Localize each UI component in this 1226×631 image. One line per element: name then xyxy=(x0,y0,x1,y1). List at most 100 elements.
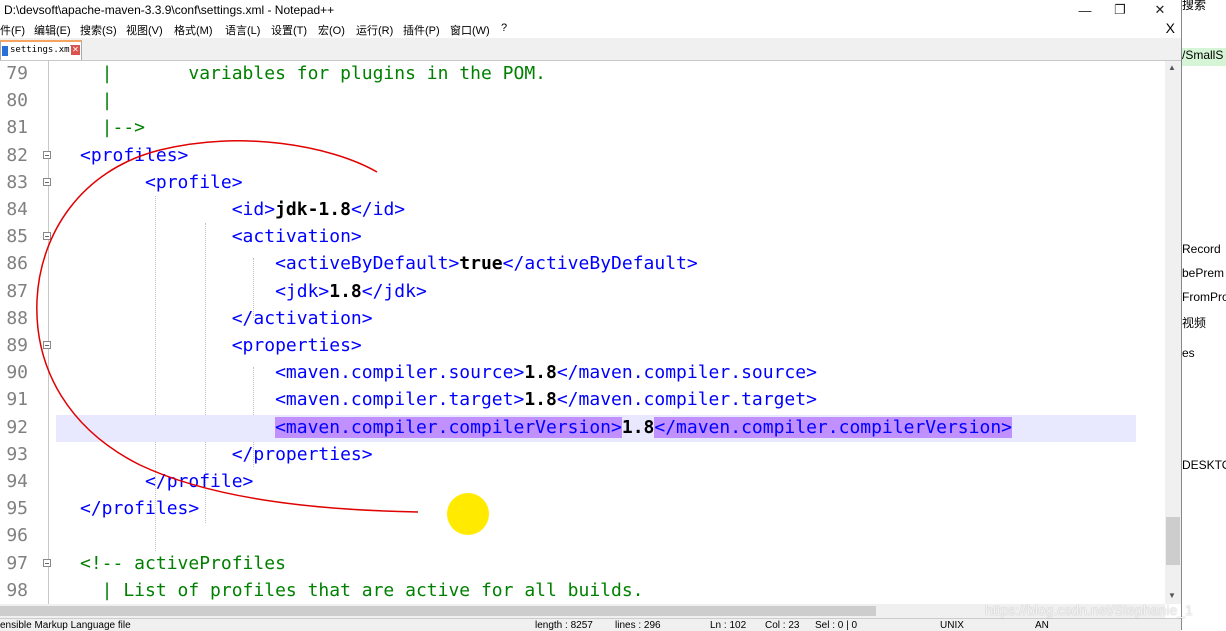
menu-view[interactable]: 视图(V) xyxy=(126,22,163,38)
code-line[interactable]: 90 <maven.compiler.source>1.8</maven.com… xyxy=(0,360,1165,387)
code-line[interactable]: 91 <maven.compiler.target>1.8</maven.com… xyxy=(0,387,1165,414)
vertical-scroll-thumb[interactable] xyxy=(1166,517,1180,565)
menu-help[interactable]: ? xyxy=(501,22,507,34)
code-text: |--> xyxy=(80,117,145,138)
vertical-scrollbar[interactable]: ▲ ▼ xyxy=(1165,61,1181,604)
code-token: <jdk> xyxy=(80,280,330,302)
code-token: </activeByDefault> xyxy=(502,253,698,275)
line-number: 82 xyxy=(6,144,28,166)
code-line[interactable]: 81 |--> xyxy=(0,115,1165,142)
status-length: length : 8257 xyxy=(535,620,593,631)
code-text: <maven.compiler.compilerVersion>1.8</mav… xyxy=(80,416,1012,438)
menu-file[interactable]: 件(F) xyxy=(0,22,25,38)
fold-toggle-icon[interactable] xyxy=(43,177,51,186)
tab-bar: settings.xml ✕ xyxy=(0,38,1181,61)
line-number: 87 xyxy=(6,280,28,302)
code-line[interactable]: 94 </profile> xyxy=(0,469,1165,496)
tab-settings-xml[interactable]: settings.xml ✕ xyxy=(0,40,82,60)
code-text: | variables for plugins in the POM. xyxy=(80,63,546,84)
line-number: 93 xyxy=(6,443,28,465)
code-line[interactable]: 89 <properties> xyxy=(0,333,1165,360)
line-number: 80 xyxy=(6,90,28,112)
file-icon xyxy=(2,46,8,56)
tab-label: settings.xml xyxy=(10,45,76,55)
fold-toggle-icon[interactable] xyxy=(43,558,51,567)
fold-toggle-icon[interactable] xyxy=(43,150,51,159)
code-line[interactable]: 92 <maven.compiler.compilerVersion>1.8</… xyxy=(6,414,1136,442)
menu-search[interactable]: 搜索(S) xyxy=(80,22,117,38)
menu-edit[interactable]: 编辑(E) xyxy=(34,22,71,38)
code-token: </profiles> xyxy=(80,498,200,520)
status-position: Ln : 102 xyxy=(710,620,747,631)
code-text: <!-- activeProfiles xyxy=(80,553,286,574)
code-line[interactable]: 82 <profiles> xyxy=(0,143,1165,170)
menu-window[interactable]: 窗口(W) xyxy=(450,22,490,38)
menu-macro[interactable]: 宏(O) xyxy=(318,22,345,38)
code-line[interactable]: 79 | variables for plugins in the POM. xyxy=(0,61,1165,88)
code-text: <id>jdk-1.8</id> xyxy=(80,199,405,220)
code-line[interactable]: 95 </profiles> xyxy=(0,496,1165,523)
code-token: 1.8 xyxy=(524,362,557,384)
code-token: <activeByDefault> xyxy=(80,253,460,275)
code-token: <id> xyxy=(80,199,276,220)
status-column: Col : 23 xyxy=(765,620,800,631)
notepadpp-window: D:\devsoft\apache-maven-3.3.9\conf\setti… xyxy=(0,0,1181,631)
code-text: </profile> xyxy=(80,471,253,492)
code-line[interactable]: 86 <activeByDefault>true</activeByDefaul… xyxy=(0,251,1165,278)
side-item: FromPro xyxy=(1182,290,1226,304)
horizontal-scroll-thumb[interactable] xyxy=(0,606,876,616)
tab-close-icon[interactable]: ✕ xyxy=(71,45,80,55)
status-bar: ensible Markup Language file length : 82… xyxy=(0,618,1181,631)
scroll-down-icon[interactable]: ▼ xyxy=(1168,591,1176,600)
code-text: <profile> xyxy=(80,172,243,193)
code-line[interactable]: 87 <jdk>1.8</jdk> xyxy=(0,279,1165,306)
code-token: <activation> xyxy=(80,226,362,248)
line-number: 85 xyxy=(6,226,28,248)
code-text: </profiles> xyxy=(80,498,199,519)
close-button[interactable]: ✕ xyxy=(1141,0,1179,20)
line-number: 86 xyxy=(6,253,28,275)
minimize-button[interactable]: — xyxy=(1066,0,1104,20)
line-number: 96 xyxy=(6,525,28,547)
document-close-button[interactable]: X xyxy=(1166,20,1175,36)
status-selection: Sel : 0 | 0 xyxy=(815,620,858,631)
line-number: 88 xyxy=(6,307,28,329)
code-line[interactable]: 80 | xyxy=(0,88,1165,115)
code-token: </maven.compiler.compilerVersion> xyxy=(654,416,1012,438)
code-line[interactable]: 97 <!-- activeProfiles xyxy=(0,551,1165,578)
code-token: | variables for plugins in the POM. xyxy=(80,63,546,84)
code-line[interactable]: 83 <profile> xyxy=(0,170,1165,197)
code-line[interactable]: 88 </activation> xyxy=(0,306,1165,333)
code-text: <maven.compiler.source>1.8</maven.compil… xyxy=(80,362,817,383)
status-eol: UNIX xyxy=(940,620,964,631)
code-text: <jdk>1.8</jdk> xyxy=(80,281,427,302)
side-item: Record xyxy=(1182,242,1221,256)
line-number: 97 xyxy=(6,552,28,574)
menu-settings[interactable]: 设置(T) xyxy=(271,22,307,38)
code-line[interactable]: 96 xyxy=(0,523,1165,550)
code-line[interactable]: 85 <activation> xyxy=(0,224,1165,251)
menu-language[interactable]: 语言(L) xyxy=(225,22,260,38)
side-item: DESKTO xyxy=(1182,458,1226,472)
code-token: |--> xyxy=(80,117,146,139)
code-editor[interactable]: 79 | variables for plugins in the POM. 80… xyxy=(0,61,1165,604)
menu-format[interactable]: 格式(M) xyxy=(174,22,213,38)
line-number: 79 xyxy=(6,63,28,84)
code-token: jdk-1.8 xyxy=(275,199,351,220)
title-bar: D:\devsoft\apache-maven-3.3.9\conf\setti… xyxy=(0,0,1181,20)
side-item: 视频 xyxy=(1182,316,1207,330)
code-line[interactable]: 93 </properties> xyxy=(0,442,1165,469)
menu-plugins[interactable]: 插件(P) xyxy=(403,22,440,38)
menu-run[interactable]: 运行(R) xyxy=(356,22,393,38)
code-token: 1.8 xyxy=(524,389,557,411)
fold-toggle-icon[interactable] xyxy=(43,341,51,349)
code-token: true xyxy=(459,253,503,275)
code-line[interactable]: 84 <id>jdk-1.8</id> xyxy=(0,197,1165,224)
scroll-up-icon[interactable]: ▲ xyxy=(1168,63,1176,72)
maximize-button[interactable]: ❐ xyxy=(1101,0,1139,20)
code-line[interactable]: 98 | List of profiles that are active fo… xyxy=(0,578,1165,604)
line-number: 90 xyxy=(6,362,28,384)
code-text: </properties> xyxy=(80,444,373,465)
code-token: </jdk> xyxy=(361,280,427,302)
fold-toggle-icon[interactable] xyxy=(43,232,51,241)
